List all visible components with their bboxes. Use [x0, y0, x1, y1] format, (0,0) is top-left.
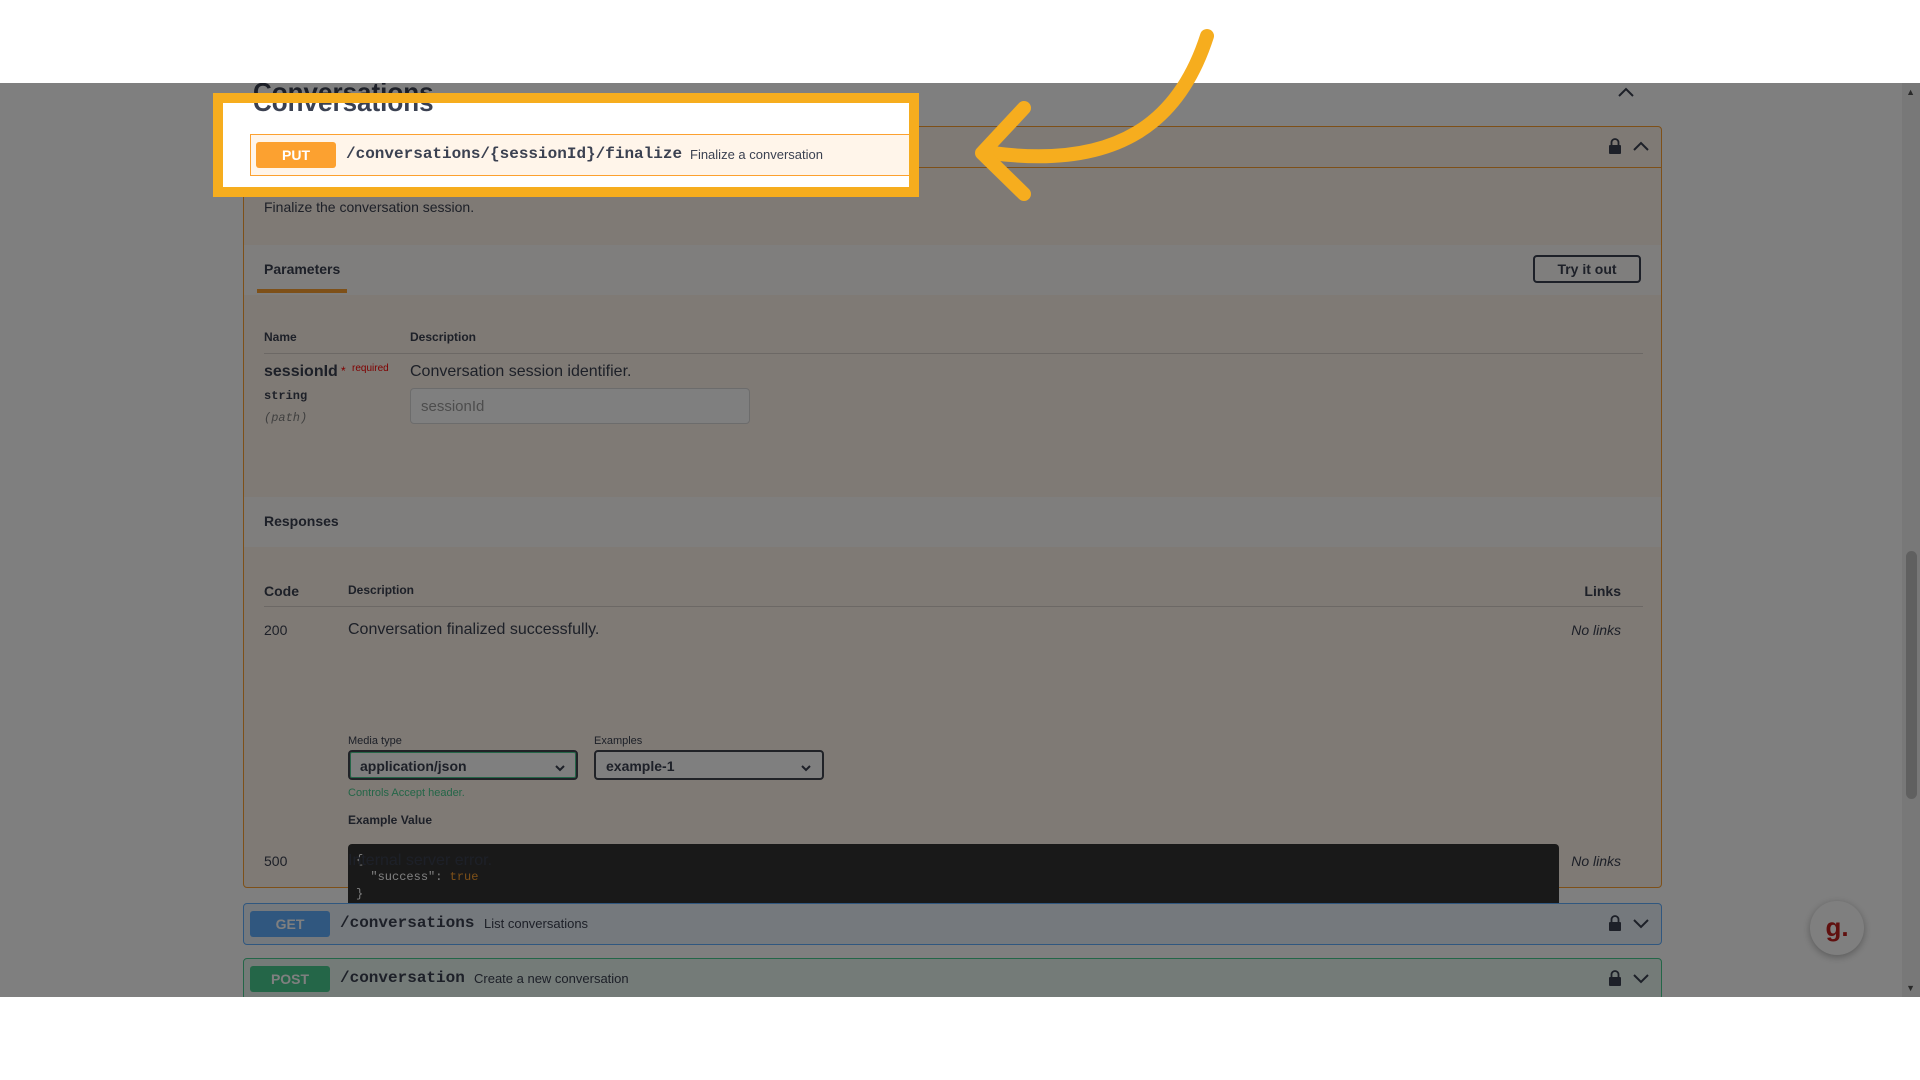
method-badge: GET [250, 911, 330, 937]
chevron-up-icon[interactable] [1631, 139, 1651, 158]
media-type-select[interactable]: application/json [348, 750, 578, 780]
code-value: true [449, 870, 479, 884]
chevron-down-icon [800, 760, 812, 776]
required-label: required [352, 363, 389, 374]
scroll-down-icon[interactable]: ▼ [1906, 983, 1915, 993]
tab-underline [257, 289, 347, 293]
media-type-value: application/json [360, 758, 467, 774]
lock-icon[interactable] [1607, 914, 1623, 937]
method-badge: PUT [256, 142, 336, 168]
opblock-summary-description: Finalize a conversation [690, 147, 823, 162]
method-badge: POST [250, 966, 330, 992]
responses-header: Responses [244, 497, 1661, 547]
opblock-get-conversations[interactable]: GET /conversations List conversations [243, 903, 1662, 945]
lock-icon[interactable] [1607, 969, 1623, 992]
divider [264, 353, 1643, 354]
parameter-location: (path) [264, 411, 308, 425]
column-header-name: Name [264, 330, 297, 344]
scrollbar-thumb[interactable] [1906, 551, 1917, 799]
swagger-viewport: Conversations PUT /conversations/{sessio… [0, 83, 1920, 997]
highlight-box: Conversations PUT /conversations/{sessio… [213, 93, 919, 197]
responses-title: Responses [264, 513, 339, 529]
examples-select[interactable]: example-1 [594, 750, 824, 780]
code-line: { [356, 853, 364, 867]
chevron-up-icon[interactable] [1616, 85, 1636, 104]
column-header-links: Links [1584, 583, 1621, 599]
session-id-input[interactable] [410, 388, 750, 424]
opblock-put-finalize: PUT /conversations/{sessionId}/finalize … [243, 126, 1662, 916]
examples-label: Examples [594, 735, 643, 747]
scroll-up-icon[interactable]: ▲ [1906, 87, 1915, 97]
accept-header-note: Controls Accept header. [348, 787, 465, 799]
code-key: "success": [370, 870, 443, 884]
chevron-down-icon[interactable] [1631, 916, 1651, 935]
response-description: Internal server error. [348, 852, 493, 869]
opblock-post-conversation[interactable]: POST /conversation Create a new conversa… [243, 958, 1662, 997]
media-type-label: Media type [348, 735, 402, 747]
response-code: 200 [264, 622, 288, 638]
opblock-path: /conversations/{sessionId}/finalize [346, 145, 683, 163]
examples-value: example-1 [606, 758, 675, 774]
code-line: "success": true [356, 869, 1551, 886]
column-header-code: Code [264, 583, 299, 599]
parameter-type: string [264, 389, 308, 403]
arrow-icon [975, 29, 1214, 201]
opblock-description: Finalize the conversation session. [264, 199, 475, 215]
highlight-content: Conversations PUT /conversations/{sessio… [223, 103, 909, 187]
parameters-header: Parameters Try it out [244, 245, 1661, 295]
opblock-summary-highlighted[interactable]: PUT /conversations/{sessionId}/finalize … [250, 134, 909, 176]
response-links: No links [1571, 622, 1621, 638]
chevron-down-icon [554, 760, 566, 776]
parameter-description: Conversation session identifier. [410, 363, 632, 380]
required-star: * [341, 364, 346, 378]
opblock-summary-description: Create a new conversation [474, 971, 629, 986]
tab-parameters[interactable]: Parameters [264, 261, 340, 277]
response-description: Conversation finalized successfully. [348, 621, 600, 638]
try-it-out-button[interactable]: Try it out [1533, 255, 1641, 283]
scrollbar[interactable] [1902, 83, 1920, 997]
opblock-summary-description: List conversations [484, 916, 589, 931]
assistant-fab-button[interactable]: g. [1810, 901, 1864, 955]
section-title: Conversations [253, 93, 434, 117]
example-value-tab[interactable]: Example Value [348, 813, 432, 827]
response-code: 500 [264, 853, 288, 869]
opblock-path: /conversation [340, 969, 465, 987]
divider [264, 606, 1643, 607]
chevron-down-icon[interactable] [1631, 971, 1651, 990]
code-line: } [356, 887, 364, 901]
column-header-response-description: Description [348, 583, 415, 597]
response-links: No links [1571, 853, 1621, 869]
column-header-description: Description [410, 330, 477, 344]
parameter-name: sessionId [264, 363, 338, 380]
opblock-path: /conversations [340, 914, 475, 932]
lock-icon[interactable] [1607, 137, 1623, 160]
